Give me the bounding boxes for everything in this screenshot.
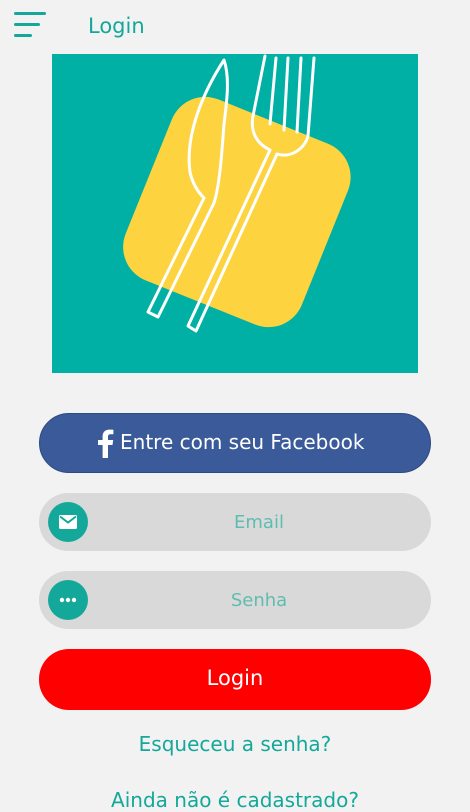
password-field[interactable] — [39, 571, 431, 629]
login-button-label: Login — [206, 666, 264, 690]
envelope-icon — [48, 502, 88, 542]
facebook-button-label: Entre com seu Facebook — [120, 430, 365, 454]
dots-icon — [48, 580, 88, 620]
facebook-icon — [98, 429, 114, 458]
top-app-bar: Login — [0, 0, 470, 54]
signup-link[interactable]: Ainda não é cadastrado? — [0, 788, 470, 812]
email-input[interactable] — [99, 493, 419, 551]
hamburger-menu-icon[interactable] — [14, 12, 46, 40]
fork-and-knife-logo — [123, 54, 351, 333]
page-title: Login — [88, 14, 145, 38]
hero-banner — [52, 54, 418, 373]
login-button[interactable]: Login — [39, 649, 431, 710]
email-field[interactable] — [39, 493, 431, 551]
password-input[interactable] — [99, 571, 419, 629]
forgot-password-link[interactable]: Esqueceu a senha? — [0, 732, 470, 756]
facebook-login-button[interactable]: Entre com seu Facebook — [39, 413, 431, 473]
